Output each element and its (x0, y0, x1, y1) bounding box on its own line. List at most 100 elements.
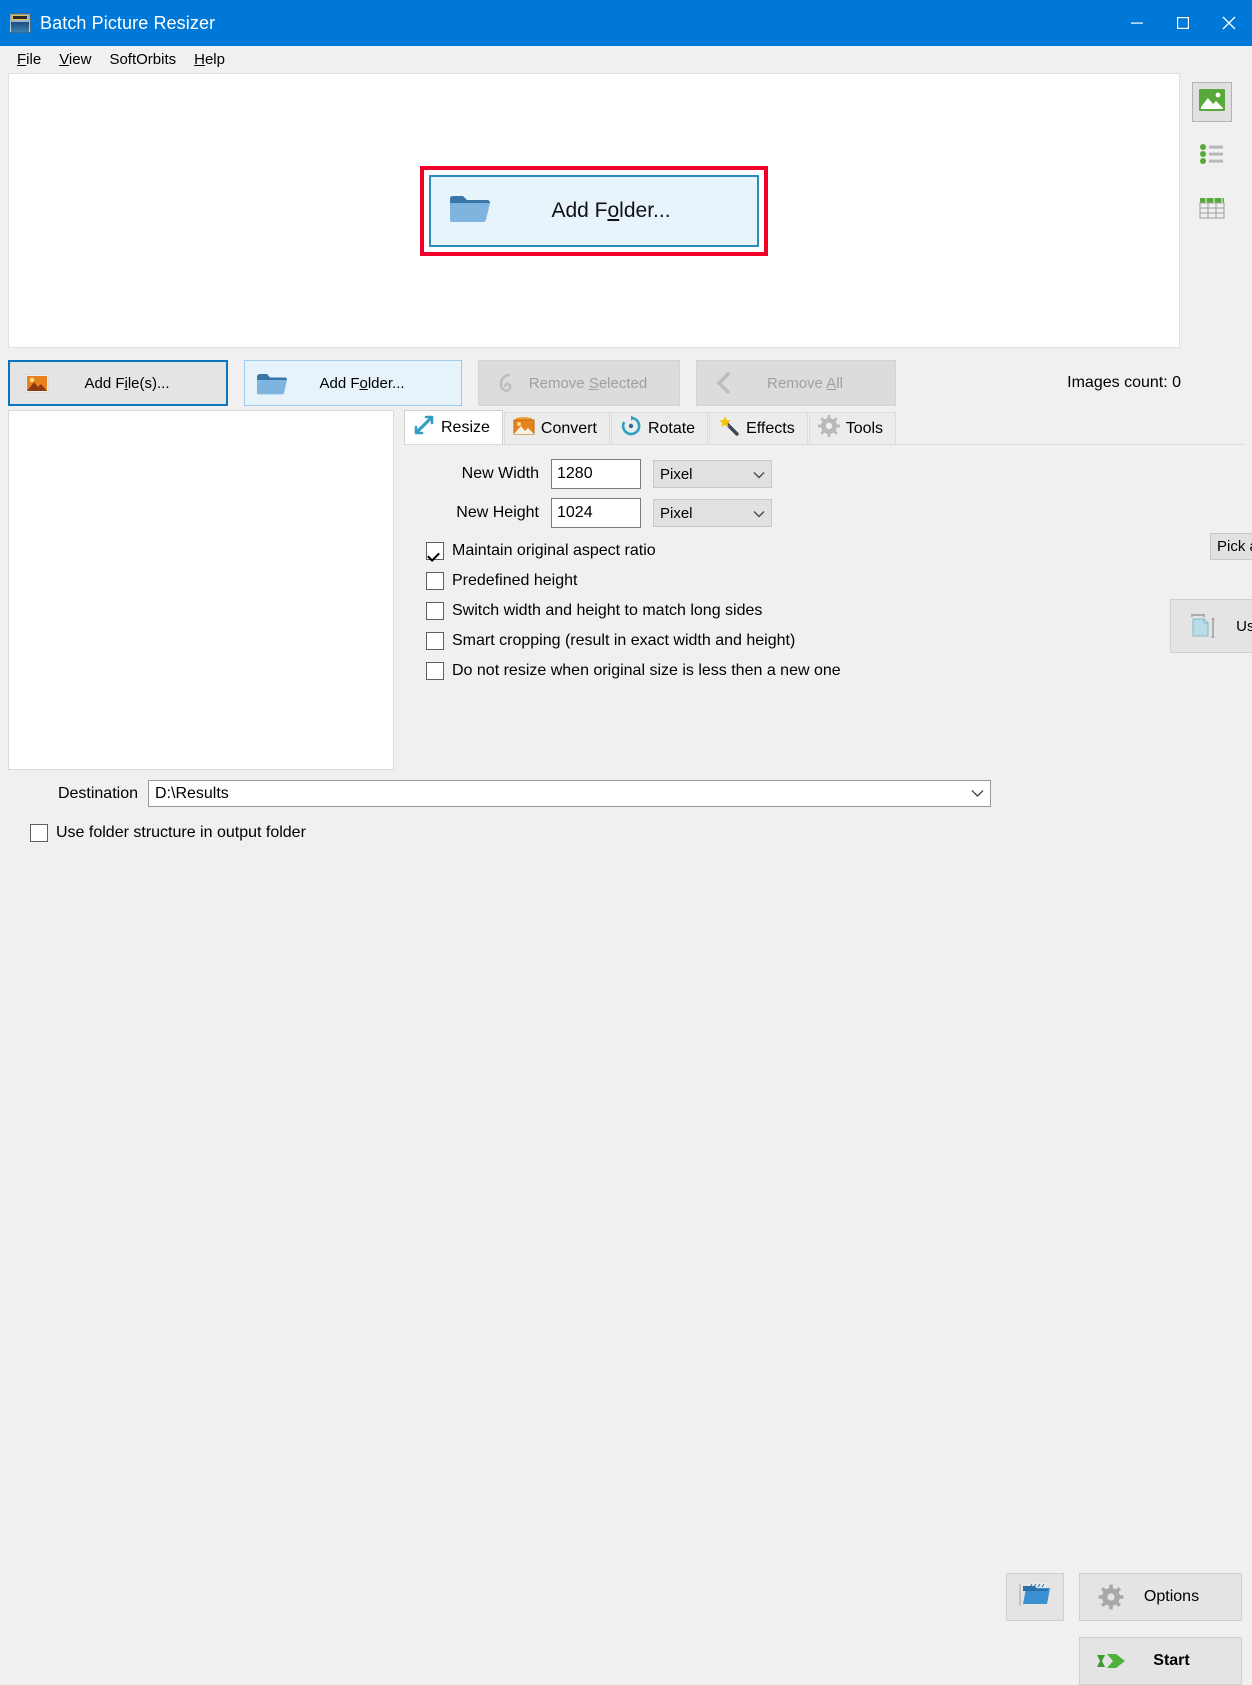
list-view-button[interactable] (1192, 136, 1232, 176)
standard-size-value: Pick a Standard Size (1217, 538, 1252, 555)
use-canvas-resize-button[interactable]: Use Canvas Resize (1170, 599, 1252, 653)
new-width-unit-select[interactable]: Pixel (653, 460, 772, 488)
new-width-label: New Width (404, 465, 539, 483)
checkbox-box (426, 542, 444, 560)
table-view-button[interactable] (1192, 190, 1232, 230)
folder-icon (255, 372, 289, 395)
canvas-resize-icon (1183, 611, 1223, 641)
gear-icon (1094, 1584, 1128, 1610)
size-fields: New Width Pixel New Height Pixel (404, 459, 1244, 528)
options-button[interactable]: Options (1079, 1573, 1242, 1621)
window-controls (1114, 0, 1252, 46)
tab-strip: Resize Convert (404, 410, 1244, 444)
title-bar: Batch Picture Resizer (0, 0, 1252, 46)
add-folder-button[interactable]: Add Folder... (244, 360, 462, 406)
tab-effects-label: Effects (746, 420, 795, 438)
start-button[interactable]: Start (1079, 1637, 1242, 1685)
add-folder-large-label: Add Folder... (501, 199, 757, 223)
main-area: Resize Convert (0, 410, 1252, 770)
maximize-button[interactable] (1160, 0, 1206, 46)
use-canvas-resize-label: Use Canvas Resize (1223, 618, 1252, 635)
checkbox-label: Use folder structure in output folder (56, 824, 306, 842)
menu-item-help[interactable]: Help (185, 49, 234, 70)
browse-folder-icon (1018, 1582, 1052, 1613)
menu-item-file[interactable]: File (8, 49, 50, 70)
image-drop-area[interactable]: Add Folder... (8, 73, 1180, 348)
checkbox-label: Smart cropping (result in exact width an… (452, 632, 795, 650)
menu-bar: File View SoftOrbits Help (0, 46, 1252, 73)
standard-size-select[interactable]: Pick a Standard Size (1210, 533, 1252, 560)
highlight-annotation: Add Folder... (420, 166, 768, 256)
tab-tools[interactable]: Tools (809, 412, 896, 444)
resize-arrows-icon (413, 414, 435, 441)
chevron-left-icon (707, 372, 741, 394)
checkbox-switch-width-height[interactable]: Switch width and height to match long si… (426, 602, 1244, 620)
checkbox-predefined-height[interactable]: Predefined height (426, 572, 1244, 590)
thumbnail-view-button[interactable] (1192, 82, 1232, 122)
list-icon (1199, 143, 1225, 170)
chevron-down-icon (971, 785, 984, 803)
dropzone-row: Add Folder... (0, 73, 1252, 348)
new-height-unit-select[interactable]: Pixel (653, 499, 772, 527)
remove-selected-button[interactable]: Remove Selected (478, 360, 680, 406)
tab-convert-label: Convert (541, 420, 597, 438)
new-width-row: New Width Pixel (404, 459, 1244, 489)
checkbox-smart-cropping[interactable]: Smart cropping (result in exact width an… (426, 632, 1244, 650)
checkbox-maintain-aspect-ratio[interactable]: Maintain original aspect ratio (426, 542, 1244, 560)
checkbox-box (30, 824, 48, 842)
convert-image-icon (513, 416, 535, 441)
checkbox-label: Switch width and height to match long si… (452, 602, 762, 620)
remove-selected-icon (489, 372, 523, 394)
tab-tools-label: Tools (846, 420, 883, 438)
remove-all-button[interactable]: Remove All (696, 360, 896, 406)
checkbox-box (426, 662, 444, 680)
tab-convert[interactable]: Convert (504, 412, 610, 444)
resize-tab-body: New Width Pixel New Height Pixel (404, 444, 1244, 770)
new-height-unit-value: Pixel (660, 505, 745, 522)
table-grid-icon (1199, 197, 1225, 224)
add-folder-label: Add Folder... (289, 375, 461, 392)
tab-rotate[interactable]: Rotate (611, 412, 708, 444)
app-photo-icon (9, 13, 31, 33)
magic-wand-icon (718, 415, 740, 442)
remove-selected-label: Remove Selected (523, 375, 679, 392)
images-count-label: Images count: 0 (1067, 374, 1181, 392)
checkbox-use-folder-structure[interactable]: Use folder structure in output folder (30, 824, 1244, 842)
view-mode-toolbar (1180, 73, 1244, 348)
tab-effects[interactable]: Effects (709, 412, 808, 444)
window-title: Batch Picture Resizer (40, 13, 215, 34)
add-folder-large-button[interactable]: Add Folder... (429, 175, 759, 247)
checkbox-box (426, 572, 444, 590)
image-thumbnail-icon (1199, 89, 1225, 116)
close-button[interactable] (1206, 0, 1252, 46)
rotate-icon (620, 415, 642, 442)
new-width-input[interactable] (551, 459, 641, 489)
new-height-input[interactable] (551, 498, 641, 528)
checkbox-label: Do not resize when original size is less… (452, 662, 841, 680)
minimize-button[interactable] (1114, 0, 1160, 46)
tab-rotate-label: Rotate (648, 420, 695, 438)
file-list-preview-pane[interactable] (8, 410, 394, 770)
tab-resize-label: Resize (441, 419, 490, 437)
remove-all-label: Remove All (741, 375, 895, 392)
checkbox-box (426, 602, 444, 620)
browse-destination-button[interactable] (1006, 1573, 1064, 1621)
options-label: Options (1128, 1588, 1241, 1606)
settings-tab-pane: Resize Convert (404, 410, 1244, 770)
start-label: Start (1128, 1652, 1241, 1670)
new-width-unit-value: Pixel (660, 466, 745, 483)
add-files-button[interactable]: Add File(s)... (8, 360, 228, 406)
standard-size-wrapper: Pick a Standard Size (1210, 533, 1252, 560)
menu-item-softorbits[interactable]: SoftOrbits (100, 49, 185, 70)
checkbox-label: Predefined height (452, 572, 577, 590)
destination-select[interactable]: D:\Results (148, 780, 991, 807)
folder-icon (449, 193, 491, 229)
destination-value: D:\Results (155, 785, 971, 803)
chevron-down-icon (753, 466, 765, 483)
new-height-row: New Height Pixel (404, 498, 1244, 528)
checkbox-do-not-resize-smaller[interactable]: Do not resize when original size is less… (426, 662, 1244, 680)
menu-item-view[interactable]: View (50, 49, 100, 70)
green-arrow-icon (1094, 1650, 1128, 1672)
tab-resize[interactable]: Resize (404, 410, 503, 444)
file-actions-toolbar: Add File(s)... Add Folder... Remove Sele… (0, 348, 1252, 410)
